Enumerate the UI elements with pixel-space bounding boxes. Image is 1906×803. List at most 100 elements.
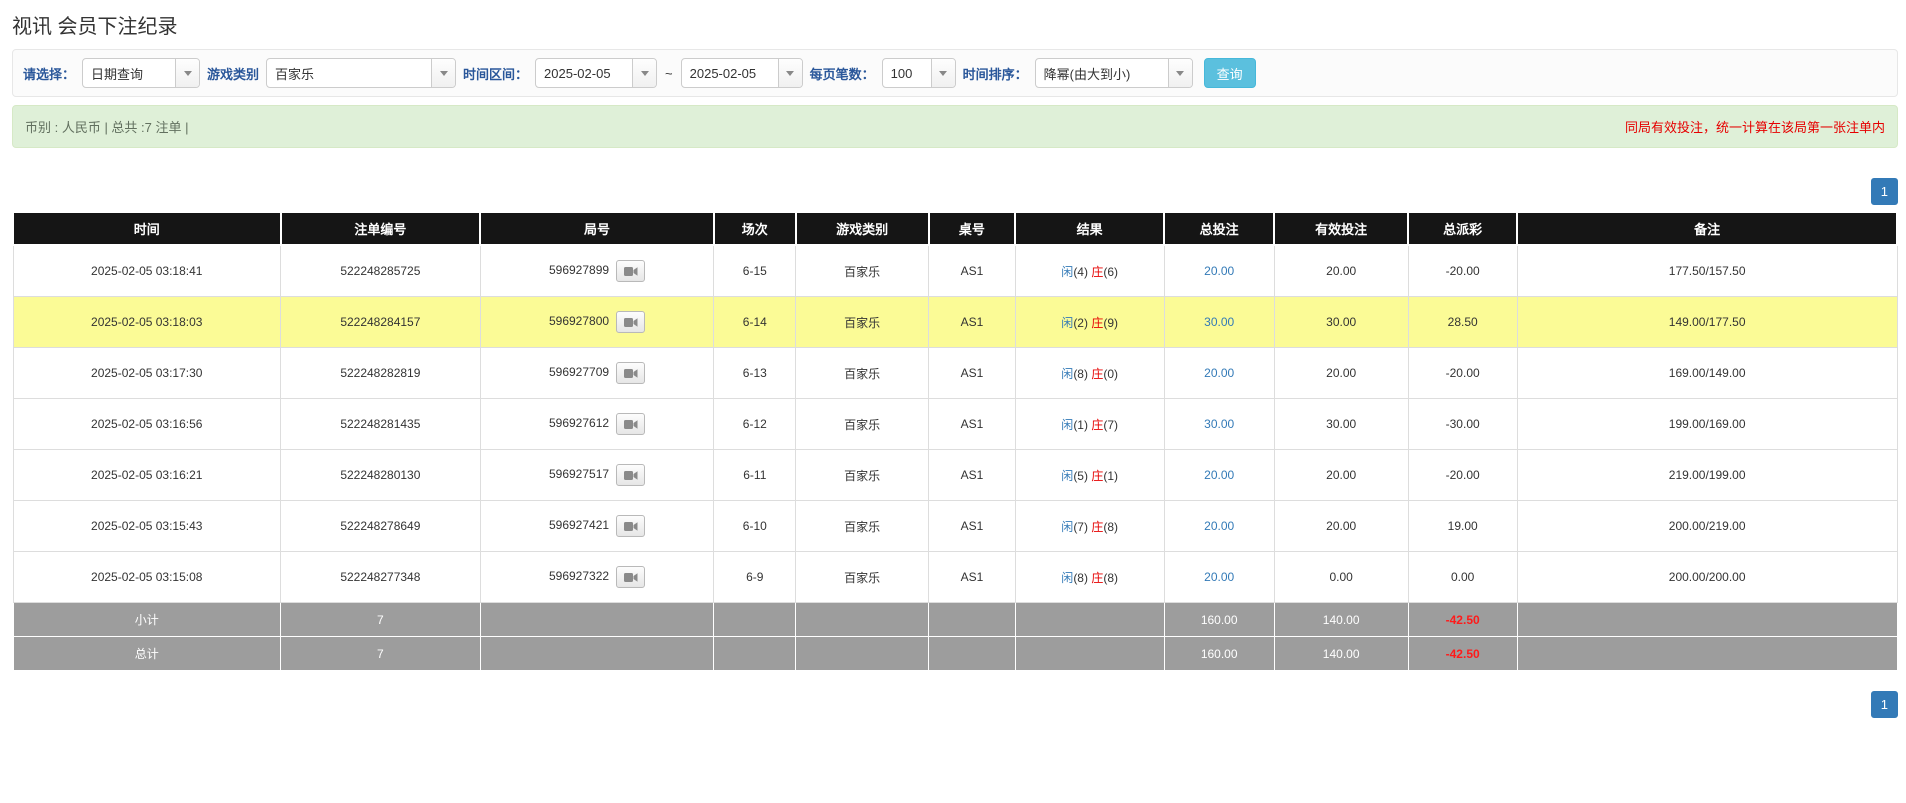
page-1-button[interactable]: 1	[1871, 178, 1898, 205]
total-bet-link[interactable]: 30.00	[1204, 417, 1234, 431]
result-banker-score: (6)	[1103, 265, 1118, 279]
total-bet-link[interactable]: 20.00	[1204, 264, 1234, 278]
sort-select[interactable]: 降幂(由大到小)	[1035, 58, 1193, 88]
game-type-value: 百家乐	[267, 64, 431, 83]
cell-payout: -20.00	[1408, 245, 1517, 297]
cell-round-id: 596927421	[480, 501, 714, 552]
round-id: 596927612	[549, 416, 609, 430]
replay-button[interactable]	[616, 566, 645, 588]
video-replay-icon	[624, 266, 638, 277]
video-replay-icon	[624, 521, 638, 532]
pagination-top: 1	[12, 178, 1898, 205]
search-button[interactable]: 查询	[1204, 58, 1256, 88]
replay-button[interactable]	[616, 413, 645, 435]
result-banker-score: (1)	[1103, 469, 1118, 483]
cell-session: 6-14	[714, 297, 796, 348]
cell-result: 闲(1) 庄(7)	[1015, 399, 1164, 450]
cell-table-no: AS1	[929, 348, 1016, 399]
cell-table-no: AS1	[929, 245, 1016, 297]
query-type-select[interactable]: 日期查询	[82, 58, 200, 88]
table-row: 2025-02-05 03:18:03 522248284157 5969278…	[13, 297, 1897, 348]
cell-bet-id: 522248280130	[281, 450, 481, 501]
cell-game: 百家乐	[796, 501, 929, 552]
cell-bet-id: 522248277348	[281, 552, 481, 603]
cell-total-bet: 30.00	[1164, 297, 1274, 348]
replay-button[interactable]	[616, 311, 645, 333]
video-replay-icon	[624, 419, 638, 430]
total-bet-link[interactable]: 20.00	[1204, 366, 1234, 380]
cell-time: 2025-02-05 03:18:41	[13, 245, 281, 297]
replay-button[interactable]	[616, 464, 645, 486]
cell-remark: 200.00/219.00	[1517, 501, 1897, 552]
result-player-score: (4)	[1073, 265, 1088, 279]
cell-remark: 200.00/200.00	[1517, 552, 1897, 603]
cell-payout: 0.00	[1408, 552, 1517, 603]
cell-result: 闲(8) 庄(0)	[1015, 348, 1164, 399]
summary-currency-count: 币别 : 人民币 | 总共 :7 注单 |	[25, 117, 189, 136]
result-player-score: (1)	[1073, 418, 1088, 432]
per-page-select[interactable]: 100	[882, 58, 956, 88]
cell-table-no: AS1	[929, 450, 1016, 501]
cell-remark: 199.00/169.00	[1517, 399, 1897, 450]
summary-note: 同局有效投注，统一计算在该局第一张注单内	[1625, 117, 1885, 136]
cell-round-id: 596927709	[480, 348, 714, 399]
round-id: 596927517	[549, 467, 609, 481]
game-type-select[interactable]: 百家乐	[266, 58, 456, 88]
cell-total-bet: 20.00	[1164, 501, 1274, 552]
cell-payout: -20.00	[1408, 450, 1517, 501]
page-1-button[interactable]: 1	[1871, 691, 1898, 718]
date-range-separator: ~	[665, 66, 673, 81]
result-banker: 庄	[1091, 469, 1103, 483]
cell-result: 闲(5) 庄(1)	[1015, 450, 1164, 501]
cell-valid-bet: 20.00	[1274, 245, 1408, 297]
round-id: 596927709	[549, 365, 609, 379]
cell-bet-id: 522248281435	[281, 399, 481, 450]
subtotal-total-bet: 160.00	[1164, 603, 1274, 637]
cell-valid-bet: 20.00	[1274, 348, 1408, 399]
chevron-down-icon	[1168, 59, 1192, 87]
cell-result: 闲(2) 庄(9)	[1015, 297, 1164, 348]
date-to-value: 2025-02-05	[682, 66, 778, 81]
total-bet-link[interactable]: 20.00	[1204, 570, 1234, 584]
cell-game: 百家乐	[796, 297, 929, 348]
replay-button[interactable]	[616, 515, 645, 537]
per-page-label: 每页笔数：	[810, 64, 875, 83]
cell-session: 6-9	[714, 552, 796, 603]
cell-game: 百家乐	[796, 450, 929, 501]
cell-round-id: 596927612	[480, 399, 714, 450]
cell-round-id: 596927517	[480, 450, 714, 501]
cell-time: 2025-02-05 03:15:43	[13, 501, 281, 552]
per-page-value: 100	[883, 66, 931, 81]
total-bet-link[interactable]: 20.00	[1204, 519, 1234, 533]
cell-session: 6-15	[714, 245, 796, 297]
cell-session: 6-12	[714, 399, 796, 450]
table-row: 2025-02-05 03:15:08 522248277348 5969273…	[13, 552, 1897, 603]
replay-button[interactable]	[616, 260, 645, 282]
result-player: 闲	[1061, 265, 1073, 279]
cell-table-no: AS1	[929, 399, 1016, 450]
header-bet-id: 注单编号	[281, 212, 481, 245]
cell-time: 2025-02-05 03:17:30	[13, 348, 281, 399]
chevron-down-icon	[931, 59, 955, 87]
result-player-score: (8)	[1073, 571, 1088, 585]
chevron-down-icon	[431, 59, 455, 87]
round-id: 596927800	[549, 314, 609, 328]
cell-round-id: 596927322	[480, 552, 714, 603]
date-to-select[interactable]: 2025-02-05	[681, 58, 803, 88]
date-from-select[interactable]: 2025-02-05	[535, 58, 657, 88]
result-banker-score: (8)	[1103, 571, 1118, 585]
chevron-down-icon	[778, 59, 802, 87]
total-total-bet: 160.00	[1164, 637, 1274, 671]
total-bet-link[interactable]: 30.00	[1204, 315, 1234, 329]
chevron-down-icon	[175, 59, 199, 87]
cell-total-bet: 20.00	[1164, 348, 1274, 399]
cell-result: 闲(8) 庄(8)	[1015, 552, 1164, 603]
header-total-bet: 总投注	[1164, 212, 1274, 245]
table-row: 2025-02-05 03:16:56 522248281435 5969276…	[13, 399, 1897, 450]
cell-valid-bet: 30.00	[1274, 399, 1408, 450]
cell-total-bet: 20.00	[1164, 552, 1274, 603]
replay-button[interactable]	[616, 362, 645, 384]
total-bet-link[interactable]: 20.00	[1204, 468, 1234, 482]
round-id: 596927322	[549, 569, 609, 583]
result-banker: 庄	[1091, 265, 1103, 279]
